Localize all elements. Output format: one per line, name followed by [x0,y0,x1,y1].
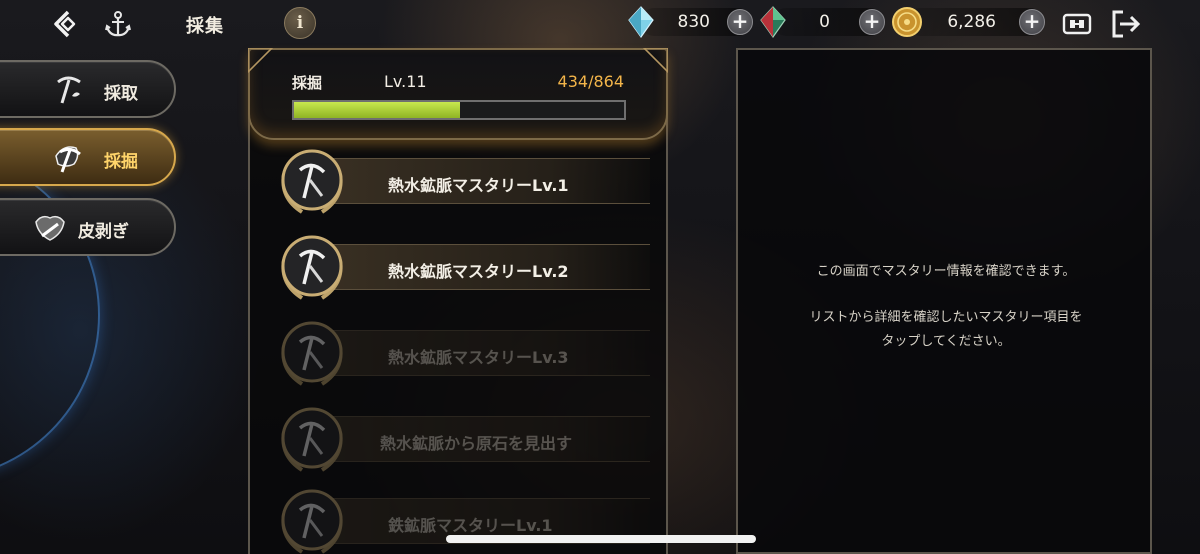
blue-crystal-icon [628,6,654,39]
exp-progress-fill [294,102,460,118]
gem-amount: 0 [819,12,830,32]
add-gold-button[interactable]: + [1019,9,1045,35]
exp-progress-bar [292,100,626,120]
page-title: 採集 [186,16,224,37]
pickaxe-laurel-badge-icon [281,407,343,472]
back-arrow-icon [54,10,76,38]
menu-grid-icon [1062,13,1092,35]
list-item[interactable]: 熱水鉱脈マスタリーLv.2 [270,230,650,306]
mastery-detail-panel: この画面でマスタリー情報を確認できます。 リストから詳細を確認したいマスタリー項… [736,48,1152,554]
skill-name: 採掘 [292,74,323,92]
corner-ornament-right-icon [642,48,668,74]
sidebar-item-skinning[interactable]: 皮剥ぎ [0,198,176,256]
skill-exp: 434/864 [557,72,624,91]
info-button[interactable]: i [284,7,316,39]
sidebar-item-label: 皮剥ぎ [78,222,129,242]
pickaxe-laurel-badge-icon [281,489,343,554]
home-indicator[interactable] [446,535,756,543]
add-crystal-button[interactable]: + [727,9,753,35]
mastery-label: 熱水鉱脈マスタリーLv.1 [388,176,569,195]
anchor-button[interactable] [100,6,136,42]
mastery-label: 熱水鉱脈マスタリーLv.2 [388,262,569,281]
sidebar-item-label: 採掘 [104,152,138,172]
back-button[interactable] [48,6,84,42]
mastery-label: 鉄鉱脈マスタリーLv.1 [388,516,553,535]
list-item[interactable]: 熱水鉱脈マスタリーLv.1 [270,144,650,220]
pickaxe-laurel-badge-icon [281,149,343,214]
crystal-amount: 830 [677,12,710,32]
mastery-label: 熱水鉱脈から原石を見出す [380,434,573,453]
anchor-icon [105,11,131,37]
list-item[interactable]: 鉄鉱脈マスタリーLv.1 [270,484,650,554]
sidebar-item-gathering[interactable]: 採取 [0,60,176,118]
sidebar-item-label: 採取 [104,84,138,104]
corner-ornament-left-icon [248,48,274,74]
menu-button[interactable] [1060,8,1094,40]
red-green-gem-icon [760,6,786,39]
hide-knife-icon [35,215,65,241]
skill-header: 採掘 Lv.11 434/864 [248,48,668,140]
list-item[interactable]: 熱水鉱脈から原石を見出す [270,402,650,478]
mastery-label: 熱水鉱脈マスタリーLv.3 [388,348,569,367]
pickaxe-sprout-icon [57,76,81,104]
exit-button[interactable] [1108,6,1144,42]
top-bar: 採集 i 830 + 0 + 6,286 + [0,0,1200,48]
add-gem-button[interactable]: + [859,9,885,35]
info-text-line: この画面でマスタリー情報を確認できます。 [816,264,1076,279]
exit-door-icon [1112,10,1141,38]
sidebar-item-mining[interactable]: 採掘 [0,128,176,186]
info-text-line: タップしてください。 [881,334,1011,349]
pickaxe-laurel-badge-icon [281,235,343,300]
game-background: 採集 i 830 + 0 + 6,286 + 採取 採掘 皮剥ぎ 採掘 Lv.1… [0,0,1200,554]
gold-amount: 6,286 [947,12,996,32]
info-text-line: リストから詳細を確認したいマスタリー項目を [809,310,1083,325]
list-item[interactable]: 熱水鉱脈マスタリーLv.3 [270,316,650,392]
pickaxe-laurel-badge-icon [281,321,343,386]
gold-coin-icon [892,7,922,37]
pickaxe-rock-icon [55,146,81,173]
skill-level: Lv.11 [384,72,427,91]
